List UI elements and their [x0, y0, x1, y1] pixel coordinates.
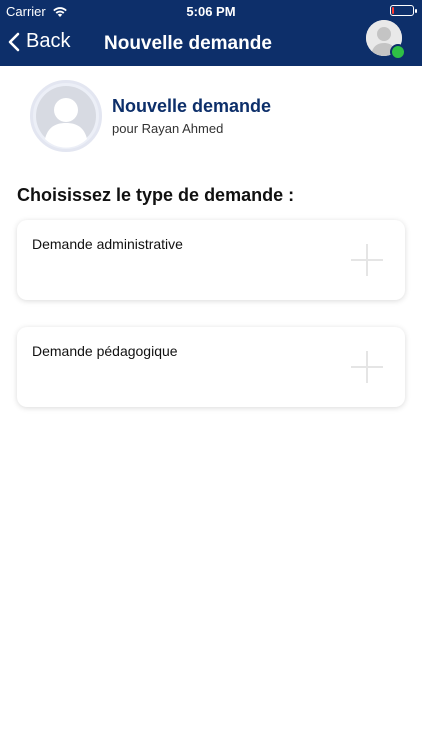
status-bar: Carrier 5:06 PM	[0, 0, 422, 22]
online-status-dot	[390, 44, 406, 60]
chevron-left-icon	[8, 32, 20, 51]
request-type-label: Demande administrative	[32, 236, 183, 252]
navigation-bar: Back Nouvelle demande	[0, 20, 422, 66]
user-silhouette-icon	[36, 86, 96, 148]
profile-subtitle: pour Rayan Ahmed	[112, 121, 224, 136]
battery-icon	[390, 5, 417, 16]
app-header: Carrier 5:06 PM Back Nouvelle demande	[0, 0, 422, 66]
profile-title: Nouvelle demande	[112, 96, 272, 116]
request-type-card-administrative[interactable]: Demande administrative	[17, 220, 405, 300]
battery-level	[392, 7, 394, 14]
profile-summary: Nouvelle demande pour Rayan Ahmed	[30, 80, 390, 160]
request-type-card-pedagogical[interactable]: Demande pédagogique	[17, 327, 405, 407]
plus-icon	[351, 244, 383, 276]
profile-avatar	[30, 80, 102, 152]
request-type-label: Demande pédagogique	[32, 343, 178, 359]
nav-title: Nouvelle demande	[104, 33, 272, 54]
back-button[interactable]: Back	[8, 30, 70, 53]
back-label: Back	[26, 30, 71, 52]
status-time: 5:06 PM	[186, 4, 236, 19]
plus-icon	[351, 351, 383, 383]
section-title: Choisissez le type de demande :	[17, 185, 295, 205]
